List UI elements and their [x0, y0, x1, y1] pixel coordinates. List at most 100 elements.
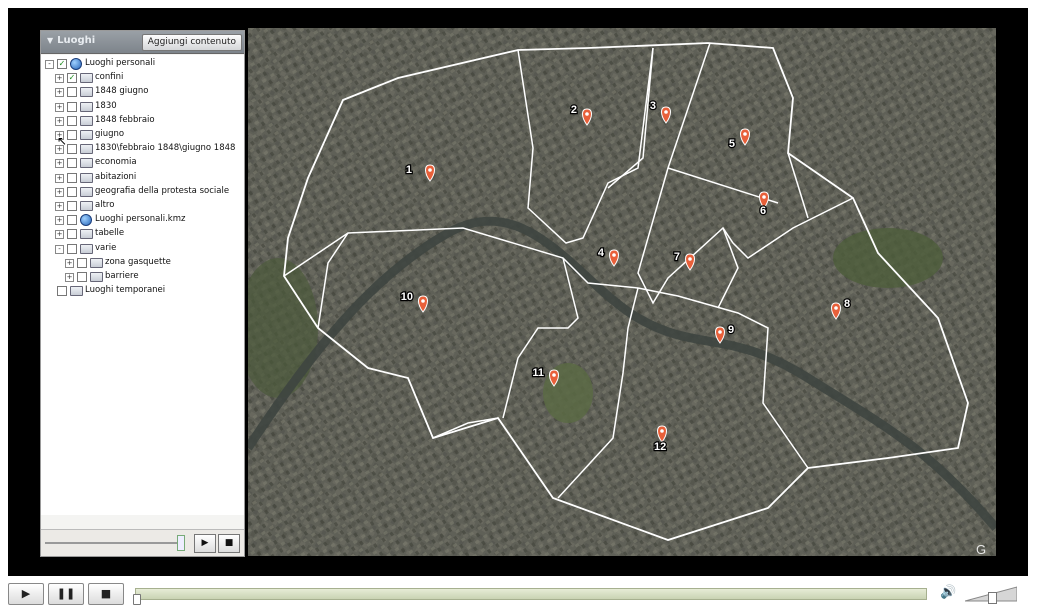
expand-icon[interactable]: +	[55, 216, 64, 226]
expand-icon[interactable]: +	[55, 116, 64, 126]
visibility-checkbox[interactable]	[67, 87, 77, 98]
visibility-checkbox[interactable]: ✓	[67, 73, 77, 84]
tree-item-label: altro	[95, 200, 115, 210]
place-marker-dot	[762, 195, 766, 199]
expand-icon[interactable]: +	[55, 230, 64, 240]
folder-icon	[80, 201, 93, 211]
place-marker-dot	[612, 253, 616, 257]
tour-play-button[interactable]: ▶	[194, 534, 216, 553]
place-marker-dot	[834, 306, 838, 310]
place-marker-dot	[421, 299, 425, 303]
tree-item-label: Luoghi personali.kmz	[95, 214, 186, 225]
place-marker-dot	[664, 110, 668, 114]
expand-icon[interactable]: +	[55, 159, 64, 169]
video-seek-bar[interactable]	[135, 588, 927, 600]
expand-icon[interactable]: +	[65, 273, 74, 282]
mouse-cursor-icon: ↖	[57, 134, 68, 148]
folder-icon	[80, 87, 93, 98]
tree-item-label: 1830	[95, 100, 117, 111]
visibility-checkbox[interactable]	[67, 229, 77, 240]
expand-icon[interactable]: +	[55, 88, 64, 98]
visibility-checkbox[interactable]	[67, 158, 77, 169]
folder-icon	[80, 144, 93, 155]
video-play-button[interactable]: ▶	[8, 583, 44, 605]
place-marker-label: 10	[401, 291, 413, 303]
tree-item-label: zona gasquette	[105, 256, 171, 267]
add-content-button[interactable]: Aggiungi contenuto	[141, 34, 242, 51]
video-seek-thumb[interactable]	[133, 594, 141, 605]
volume-slider-thumb[interactable]	[988, 592, 997, 604]
tree-item-label: abitazioni	[95, 171, 137, 182]
place-marker-dot	[428, 168, 432, 172]
speaker-icon[interactable]: 🔊	[940, 585, 956, 600]
place-marker-label: 1	[406, 164, 412, 176]
expand-icon[interactable]: +	[55, 187, 64, 197]
globe-icon	[70, 58, 82, 70]
tree-item-label: tabelle	[95, 228, 125, 239]
tree-item-label: 1830\febbraio 1848\giugno 1848	[95, 143, 236, 154]
collapse-triangle-icon[interactable]: ▼	[47, 36, 53, 45]
tree-item-label: confini	[95, 72, 124, 83]
place-marker-label: 5	[729, 138, 735, 150]
place-marker-label: 4	[598, 247, 605, 259]
park-area	[833, 228, 943, 288]
tree-item-label: 1848 febbraio	[95, 114, 155, 125]
collapse-icon[interactable]: -	[45, 60, 54, 69]
place-marker-dot	[743, 132, 747, 136]
tour-slider-track[interactable]	[45, 542, 181, 544]
folder-icon	[80, 130, 93, 140]
collapse-icon[interactable]: -	[55, 244, 64, 254]
expand-icon[interactable]: +	[65, 258, 74, 268]
tree-item-label: 1848 giugno	[95, 86, 149, 97]
visibility-checkbox[interactable]: ✓	[57, 59, 67, 69]
place-marker-label: 11	[532, 367, 544, 379]
visibility-checkbox[interactable]	[67, 186, 77, 197]
visibility-checkbox[interactable]	[67, 115, 77, 126]
tour-slider-thumb[interactable]	[177, 535, 185, 551]
visibility-checkbox[interactable]	[67, 215, 77, 226]
satellite-texture	[248, 28, 996, 556]
tour-stop-button[interactable]: ■	[218, 534, 240, 553]
video-stop-button[interactable]: ■	[88, 583, 124, 605]
visibility-checkbox[interactable]	[77, 257, 87, 268]
expand-icon[interactable]: +	[55, 102, 64, 112]
place-marker-label: 12	[654, 441, 666, 453]
visibility-checkbox[interactable]	[77, 272, 87, 282]
visibility-checkbox[interactable]	[67, 172, 77, 183]
video-pause-button[interactable]: ❚❚	[48, 583, 84, 605]
tree-item-label: giugno	[95, 129, 125, 139]
place-marker-label: 2	[571, 104, 577, 116]
folder-icon	[80, 172, 93, 183]
places-panel-title[interactable]: ▼ Luoghi	[47, 35, 95, 46]
folder-icon	[80, 186, 93, 197]
folder-icon	[90, 272, 103, 282]
expand-icon[interactable]: +	[55, 202, 64, 211]
visibility-checkbox[interactable]	[57, 286, 67, 297]
place-marker-label: 6	[760, 205, 766, 217]
tree-item-label: economia	[95, 157, 137, 168]
map-canvas[interactable]: 12 3456789101112 G	[248, 28, 996, 556]
folder-icon	[80, 229, 93, 240]
place-marker-dot	[688, 257, 692, 261]
expand-icon[interactable]: +	[55, 173, 64, 183]
places-title-label: Luoghi	[57, 35, 96, 46]
place-marker-label: 9	[728, 324, 734, 336]
folder-icon	[80, 73, 93, 84]
tour-controls: ▶ ■	[41, 529, 244, 556]
map-view[interactable]: 1 2 3 4 5 6 7 8 9 10 11 12 G	[248, 28, 996, 556]
folder-icon	[80, 158, 93, 169]
tree-item-label: varie	[95, 242, 117, 253]
place-marker-label: 3	[650, 100, 656, 112]
place-marker-dot	[585, 112, 589, 116]
visibility-checkbox[interactable]	[67, 144, 77, 155]
place-marker-label: 7	[674, 251, 680, 263]
visibility-checkbox[interactable]	[67, 201, 77, 211]
visibility-checkbox[interactable]	[67, 130, 77, 140]
expand-icon[interactable]: +	[55, 74, 64, 84]
visibility-checkbox[interactable]	[67, 243, 77, 254]
folder-icon	[80, 115, 93, 126]
folder-icon	[80, 243, 93, 254]
folder-icon	[80, 101, 93, 112]
visibility-checkbox[interactable]	[67, 101, 77, 112]
tree-item-label: barriere	[105, 271, 139, 281]
